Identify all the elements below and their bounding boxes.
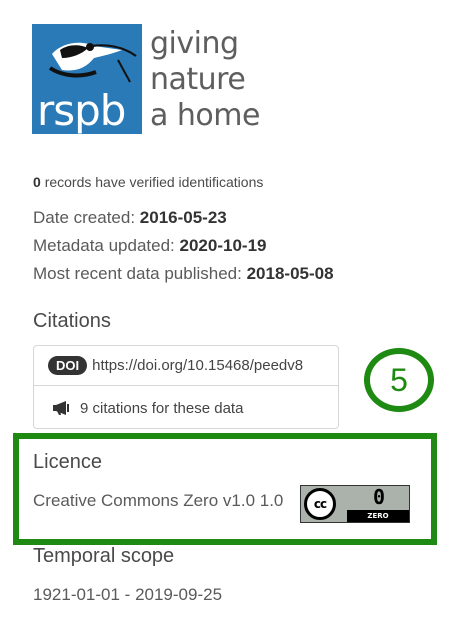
citations-count-row[interactable]: 9 citations for these data — [34, 387, 338, 429]
cc-logo-icon: cc — [304, 488, 336, 520]
temporal-scope-heading: Temporal scope — [33, 545, 175, 567]
citations-count-text: 9 citations for these data — [80, 399, 244, 417]
recent-published: Most recent data published: 2018-05-08 — [33, 264, 334, 284]
logo-tagline: giving nature a home — [150, 26, 260, 134]
doi-row[interactable]: DOI https://doi.org/10.15468/peedv8 — [34, 346, 338, 386]
recent-published-value: 2018-05-08 — [246, 264, 334, 283]
megaphone-icon — [53, 401, 69, 415]
cc-zero-digit: 0 — [372, 485, 386, 509]
tagline-line-2: nature — [150, 62, 246, 97]
logo-brand-text: rspb — [37, 86, 126, 134]
citations-box: DOI https://doi.org/10.15468/peedv8 9 ci… — [33, 345, 339, 429]
licence-heading: Licence — [33, 451, 102, 473]
date-created: Date created: 2016-05-23 — [33, 208, 227, 228]
logo-box: rspb — [32, 24, 142, 134]
annotation-circle: 5 — [364, 348, 434, 412]
date-created-label: Date created: — [33, 208, 136, 227]
annotation-number: 5 — [390, 362, 408, 398]
cc-zero-badge[interactable]: cc 0 ZERO — [300, 485, 410, 523]
doi-badge: DOI — [48, 356, 88, 375]
citations-heading: Citations — [33, 310, 111, 332]
temporal-scope-range: 1921-01-01 - 2019-09-25 — [33, 585, 223, 604]
verified-text: records have verified identifications — [44, 174, 264, 190]
doi-link[interactable]: https://doi.org/10.15468/peedv8 — [92, 357, 303, 374]
licence-name[interactable]: Creative Commons Zero v1.0 1.0 — [33, 491, 283, 511]
rspb-logo: rspb giving nature a home — [32, 24, 272, 136]
recent-published-label: Most recent data published: — [33, 264, 242, 283]
verified-records: 0 records have verified identifications — [33, 174, 263, 190]
cc-zero-label: ZERO — [367, 512, 389, 520]
metadata-updated: Metadata updated: 2020-10-19 — [33, 236, 266, 256]
metadata-updated-label: Metadata updated: — [33, 236, 175, 255]
date-created-value: 2016-05-23 — [139, 208, 227, 227]
tagline-line-1: giving — [150, 26, 239, 61]
cc-logo-text: cc — [313, 497, 327, 511]
tagline-line-3: a home — [150, 98, 260, 133]
verified-count: 0 — [33, 174, 41, 190]
metadata-updated-value: 2020-10-19 — [179, 236, 267, 255]
